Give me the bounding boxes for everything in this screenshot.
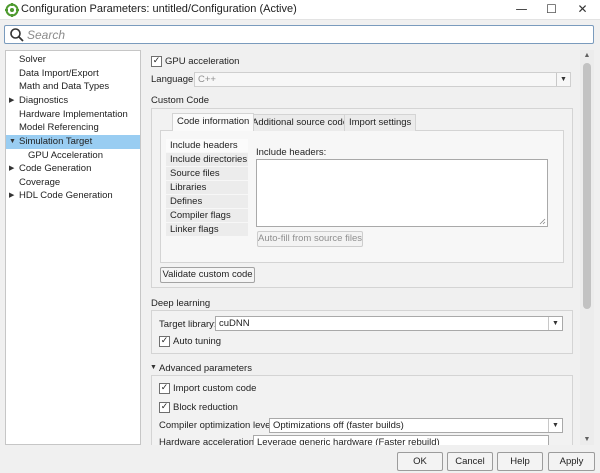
auto-tuning-label: Auto tuning: [173, 336, 222, 347]
tree-item-label: GPU Acceleration: [28, 150, 103, 161]
search-input[interactable]: [27, 27, 587, 42]
compiler-optimization-value: Optimizations off (faster builds): [273, 420, 404, 431]
gpu-acceleration-label: GPU acceleration: [165, 56, 240, 67]
tree-item-hdl-code-generation[interactable]: ▶ HDL Code Generation: [6, 189, 140, 203]
maximize-button[interactable]: ☐: [535, 0, 568, 20]
search-box[interactable]: [4, 25, 594, 44]
expand-arrow-icon[interactable]: ▶: [9, 189, 14, 203]
ok-button[interactable]: OK: [397, 452, 443, 471]
autofill-button[interactable]: Auto-fill from source files: [257, 231, 363, 247]
expand-arrow-icon[interactable]: ▶: [9, 94, 14, 108]
compiler-optimization-select[interactable]: Optimizations off (faster builds) ▼: [269, 418, 563, 433]
tree-item-model-referencing[interactable]: Model Referencing: [6, 121, 140, 135]
window-title: Configuration Parameters: untitled/Confi…: [21, 3, 297, 15]
app-icon: [5, 3, 19, 17]
target-library-label: Target library:: [159, 319, 217, 330]
tree-item-label: Diagnostics: [19, 95, 69, 106]
tree-item-label: Model Referencing: [19, 122, 99, 133]
tree-item-label: Coverage: [19, 177, 61, 188]
tree-item-coverage[interactable]: Coverage: [6, 176, 140, 190]
tree-item-code-generation[interactable]: ▶ Code Generation: [6, 162, 140, 176]
category-tree: Solver Data Import/Export Math and Data …: [5, 50, 141, 445]
scroll-up-icon[interactable]: ▲: [580, 50, 594, 61]
tree-item-simulation-target[interactable]: ▼ Simulation Target: [6, 135, 140, 149]
list-item-compiler-flags[interactable]: Compiler flags: [166, 209, 248, 223]
title-bar: Configuration Parameters: untitled/Confi…: [0, 0, 600, 20]
dialog-button-bar: OK Cancel Help Apply: [0, 448, 600, 473]
vertical-scrollbar[interactable]: ▲ ▼: [580, 50, 594, 445]
tree-item-label: Simulation Target: [19, 136, 93, 147]
tree-item-gpu-acceleration[interactable]: GPU Acceleration: [6, 149, 140, 163]
tab-code-information[interactable]: Code information: [172, 113, 255, 131]
list-item-defines[interactable]: Defines: [166, 195, 248, 209]
list-item-libraries[interactable]: Libraries: [166, 181, 248, 195]
expand-arrow-icon[interactable]: ▶: [9, 162, 14, 176]
language-select[interactable]: C++ ▼: [194, 72, 571, 87]
language-label: Language:: [151, 74, 196, 85]
auto-tuning-checkbox[interactable]: ✓: [159, 336, 170, 347]
collapse-arrow-icon[interactable]: ▼: [9, 135, 16, 149]
include-headers-textarea[interactable]: [256, 159, 548, 227]
help-button[interactable]: Help: [497, 452, 543, 471]
tree-item-label: Code Generation: [19, 163, 92, 174]
language-value: C++: [198, 74, 216, 85]
target-library-value: cuDNN: [219, 318, 250, 329]
minimize-button[interactable]: —: [505, 0, 538, 20]
hardware-acceleration-select[interactable]: Leverage generic hardware (Faster rebuil…: [253, 435, 549, 445]
tree-item-math-and-data-types[interactable]: Math and Data Types: [6, 80, 140, 94]
list-item-include-directories[interactable]: Include directories: [166, 153, 248, 167]
block-reduction-label: Block reduction: [173, 402, 238, 413]
tree-item-label: HDL Code Generation: [19, 190, 113, 201]
chevron-down-icon: ▼: [556, 73, 570, 86]
resize-grip-icon[interactable]: [539, 218, 546, 225]
custom-code-heading: Custom Code: [151, 95, 210, 106]
collapse-arrow-icon[interactable]: ▼: [150, 364, 157, 371]
list-item-linker-flags[interactable]: Linker flags: [166, 223, 248, 237]
cancel-button[interactable]: Cancel: [447, 452, 493, 471]
tree-item-label: Data Import/Export: [19, 68, 99, 79]
chevron-down-icon: ▼: [548, 317, 562, 330]
scroll-down-icon[interactable]: ▼: [580, 434, 594, 445]
validate-custom-code-button[interactable]: Validate custom code: [160, 267, 255, 283]
deep-learning-heading: Deep learning: [151, 298, 211, 309]
apply-button[interactable]: Apply: [548, 452, 595, 471]
search-icon: [10, 28, 24, 42]
list-item-source-files[interactable]: Source files: [166, 167, 248, 181]
import-custom-code-checkbox[interactable]: ✓: [159, 383, 170, 394]
scrollbar-thumb[interactable]: [583, 63, 591, 309]
gpu-acceleration-checkbox[interactable]: ✓: [151, 56, 162, 67]
import-custom-code-label: Import custom code: [173, 383, 257, 394]
compiler-optimization-label: Compiler optimization level:: [159, 420, 276, 431]
tree-item-label: Hardware Implementation: [19, 109, 128, 120]
list-item-include-headers[interactable]: Include headers: [166, 139, 248, 153]
tree-item-solver[interactable]: Solver: [6, 53, 140, 67]
tree-item-label: Solver: [19, 54, 46, 65]
tree-item-hardware-implementation[interactable]: Hardware Implementation: [6, 108, 140, 122]
tab-additional-source-code[interactable]: Additional source code: [247, 114, 354, 131]
clipped-row: Hardware acceleration: Leverage generic …: [151, 435, 580, 445]
tree-item-label: Math and Data Types: [19, 81, 110, 92]
hardware-acceleration-label: Hardware acceleration:: [159, 437, 257, 445]
advanced-parameters-heading[interactable]: Advanced parameters: [159, 363, 252, 374]
target-library-select[interactable]: cuDNN ▼: [215, 316, 563, 331]
tree-item-diagnostics[interactable]: ▶ Diagnostics: [6, 94, 140, 108]
block-reduction-checkbox[interactable]: ✓: [159, 402, 170, 413]
chevron-down-icon: ▼: [548, 419, 562, 432]
include-headers-label: Include headers:: [256, 147, 327, 158]
hardware-acceleration-value: Leverage generic hardware (Faster rebuil…: [257, 437, 440, 445]
tree-item-data-import-export[interactable]: Data Import/Export: [6, 67, 140, 81]
close-button[interactable]: ✕: [566, 0, 599, 20]
tab-import-settings[interactable]: Import settings: [344, 114, 417, 131]
